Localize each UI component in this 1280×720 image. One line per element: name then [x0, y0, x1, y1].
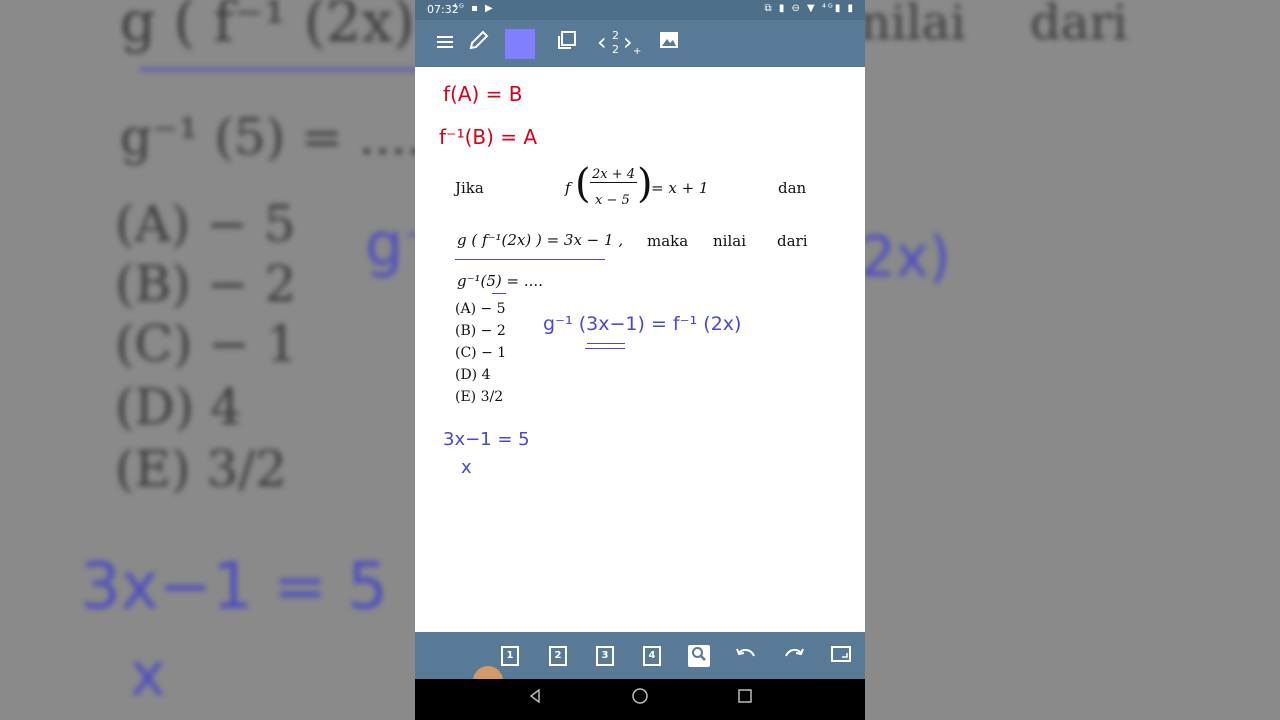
bg-top-nilai: nilai — [860, 0, 966, 51]
note-red-line2: f⁻¹(B) = A — [439, 125, 538, 149]
text-maka: maka — [647, 232, 689, 250]
top-toolbar: ‹ 2 2 › + — [415, 20, 865, 67]
frac-numerator: 2x + 4 — [590, 167, 638, 183]
paren-open: ( — [575, 161, 591, 207]
text-g-expr: g ( f⁻¹(2x) ) = 3x − 1 , — [457, 231, 624, 249]
bg-opt-e: (E) 3/2 — [115, 440, 287, 498]
text-dari: dari — [777, 232, 808, 250]
g-expr-underline — [455, 259, 605, 260]
page-total: 2 — [612, 43, 619, 56]
note-blue-x: x — [461, 457, 472, 478]
bg-top-dari: dari — [1030, 0, 1128, 51]
prev-page-icon[interactable]: ‹ — [597, 28, 607, 56]
question-underline — [492, 293, 506, 294]
bookmark-3-icon[interactable]: 3 — [596, 646, 614, 666]
note-blue-underline2 — [585, 348, 625, 349]
nav-home-icon[interactable] — [628, 687, 652, 711]
note-blue-eq-work: 3x−1 = 5 — [443, 429, 530, 450]
option-b: (B) − 2 — [455, 323, 506, 339]
frac-denominator: x − 5 — [595, 193, 630, 208]
bg-underline — [140, 68, 420, 71]
bookmark-1-icon[interactable]: 1 — [501, 646, 519, 666]
page-navigator[interactable]: ‹ 2 2 › + — [595, 26, 645, 60]
text-dan: dan — [778, 179, 807, 197]
fullscreen-icon[interactable] — [830, 645, 852, 667]
note-blue-eq-main: g⁻¹ (3x−1) = f⁻¹ (2x) — [543, 313, 742, 335]
zoom-icon[interactable] — [688, 645, 710, 667]
nav-back-icon[interactable] — [523, 687, 547, 711]
bg-opt-b: (B) − 2 — [115, 255, 297, 313]
bookmark-4-icon[interactable]: 4 — [643, 646, 661, 666]
status-left-icons: ⁴ᴳ ▪ ▶ — [453, 3, 495, 14]
bg-opt-d: (D) 4 — [115, 378, 242, 436]
bg-opt-a: (A) − 5 — [115, 195, 296, 253]
pen-icon[interactable] — [465, 29, 493, 57]
bookmark-2-icon[interactable]: 2 — [549, 646, 567, 666]
android-nav-bar — [415, 679, 865, 720]
bg-hand-x: x — [130, 640, 166, 710]
bg-question: g⁻¹ (5) = .... — [120, 108, 423, 166]
layers-icon[interactable] — [553, 29, 581, 57]
text-jika: Jika — [455, 179, 484, 197]
note-canvas[interactable]: f(A) = B f⁻¹(B) = A Jika f ( 2x + 4 x − … — [415, 67, 865, 632]
status-right-icons: ⧉ ▮ ⊖ ▼ ⁴ᴳ▮ ▮ — [764, 3, 855, 14]
redo-icon[interactable] — [783, 645, 805, 667]
text-f: f — [565, 179, 571, 197]
menu-icon[interactable] — [431, 29, 459, 57]
color-swatch-button[interactable] — [505, 29, 535, 59]
next-page-icon[interactable]: › — [623, 28, 633, 56]
option-d: (D) 4 — [455, 367, 491, 383]
text-equals-expr: = x + 1 — [651, 179, 709, 197]
note-blue-underline1 — [587, 343, 625, 344]
note-red-line1: f(A) = B — [443, 82, 523, 106]
option-a: (A) − 5 — [455, 301, 506, 317]
undo-icon[interactable] — [735, 645, 757, 667]
bg-hand-right: 2x) — [860, 225, 951, 290]
text-nilai: nilai — [713, 232, 746, 250]
option-e: (E) 3/2 — [455, 389, 504, 405]
text-question: g⁻¹(5) = .... — [457, 272, 543, 290]
status-bar: 07:32 ⁴ᴳ ▪ ▶ ⧉ ▮ ⊖ ▼ ⁴ᴳ▮ ▮ — [415, 0, 865, 20]
nav-recents-icon[interactable] — [733, 687, 757, 711]
option-c: (C) − 1 — [455, 345, 507, 361]
bg-opt-c: (C) − 1 — [115, 315, 298, 373]
phone-screen: 07:32 ⁴ᴳ ▪ ▶ ⧉ ▮ ⊖ ▼ ⁴ᴳ▮ ▮ ‹ 2 2 › + f(A… — [415, 0, 865, 720]
image-icon[interactable] — [655, 29, 683, 57]
add-page-icon[interactable]: + — [633, 46, 641, 57]
page-current: 2 — [612, 29, 619, 42]
bg-hand-eq: 3x−1 = 5 — [80, 550, 388, 624]
